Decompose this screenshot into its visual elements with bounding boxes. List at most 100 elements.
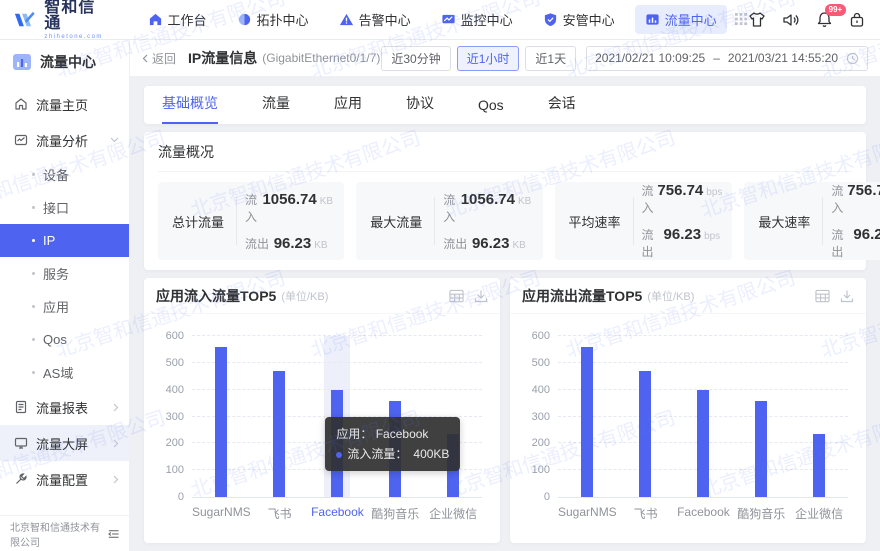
bar-SugarNMS[interactable] (215, 346, 227, 497)
lock-screen-icon[interactable] (849, 11, 865, 28)
tab-traffic[interactable]: 流量 (262, 93, 290, 124)
sidebar-subitem-qos[interactable]: Qos (0, 323, 129, 356)
theme-skin-icon[interactable] (748, 11, 766, 28)
page-subtitle: (GigabitEthernet0/1/7) (262, 51, 381, 65)
collapse-sidebar-icon[interactable] (107, 528, 119, 540)
brand-logo[interactable]: 智和信通 zhihetone.com (14, 0, 106, 40)
apps-grid-icon[interactable] (734, 13, 748, 26)
table-view-icon[interactable] (815, 289, 830, 303)
stat-unit: KB (512, 239, 526, 251)
nav-label: 流量中心 (664, 13, 717, 28)
subitem-label: AS域 (43, 366, 74, 381)
category-label[interactable]: 企业微信 (790, 505, 848, 522)
top-navbar: 智和信通 zhihetone.com 工作台 拓扑中心 告警中心 监控中心 安管… (0, 0, 880, 40)
stat-card-max-rate: 最大速率 流入756.74bps 流出96.23bps (744, 182, 880, 260)
stat-key: 流入 (245, 192, 258, 224)
stat-value: 96.23 (471, 234, 510, 252)
download-icon[interactable] (840, 289, 854, 303)
tab-bar: 基础概览 流量 应用 协议 Qos 会话 (144, 86, 866, 124)
chevron-right-icon (113, 439, 119, 447)
bar-SugarNMS[interactable] (581, 346, 593, 497)
nav-item-security[interactable]: 安管中心 (533, 5, 625, 34)
bar-飞书[interactable] (639, 371, 651, 497)
outbound-chart-categories: SugarNMS 飞书 Facebook 酷狗音乐 企业微信 (558, 505, 848, 522)
page-header: 返回 IP流量信息 (GigabitEthernet0/1/7) 近30分钟 近… (130, 40, 880, 76)
y-axis-label: 200 (165, 437, 184, 450)
page-title: IP流量信息 (188, 50, 258, 66)
date-range-picker[interactable]: 2021/02/21 10:09:25 – 2021/03/21 14:55:2… (586, 45, 868, 71)
time-range-1day-button[interactable]: 近1天 (525, 45, 577, 71)
chart-title: 应用流出流量TOP5 (522, 287, 643, 304)
nav-item-traffic[interactable]: 流量中心 (634, 5, 727, 34)
report-icon (15, 400, 27, 414)
logo-subtitle: zhihetone.com (44, 33, 103, 40)
shield-icon (543, 12, 558, 27)
sidebar-subitem-service[interactable]: 服务 (0, 257, 129, 290)
nav-item-monitor[interactable]: 监控中心 (431, 5, 523, 34)
sidebar-subitem-interface[interactable]: 接口 (0, 191, 129, 224)
sidebar-item-traffic-config[interactable]: 流量配置 (0, 461, 129, 497)
overview-title: 流量概况 (158, 142, 852, 172)
tab-protocol[interactable]: 协议 (406, 93, 434, 124)
back-button[interactable]: 返回 (142, 50, 176, 67)
tab-application[interactable]: 应用 (334, 93, 362, 124)
subitem-label: 应用 (43, 300, 70, 315)
outbound-chart-plot: 0 100 200 300 400 500 600 (532, 330, 848, 503)
tooltip-series: 应用： Facebook (336, 426, 429, 441)
category-label[interactable]: SugarNMS (558, 505, 617, 522)
y-axis-label: 300 (531, 410, 550, 423)
sidebar-item-traffic-report[interactable]: 流量报表 (0, 389, 129, 425)
stat-label: 最大流量 (370, 214, 423, 230)
sidebar-item-label: 流量配置 (36, 472, 89, 488)
download-icon[interactable] (474, 289, 488, 303)
gridline (192, 335, 482, 336)
bar-Facebook[interactable] (697, 389, 709, 497)
stat-value: 756.74 (657, 182, 704, 199)
y-axis-label: 500 (165, 356, 184, 369)
stat-key: 流出 (245, 236, 270, 251)
traffic-overview-panel: 流量概况 总计流量 流入1056.74KB 流出96.23KB 最大流量 (144, 132, 880, 270)
y-axis-label: 200 (531, 437, 550, 450)
sidebar-item-traffic-analysis[interactable]: 流量分析 (0, 122, 129, 158)
sidebar-item-traffic-home[interactable]: 流量主页 (0, 86, 129, 122)
category-label[interactable]: 飞书 (251, 505, 309, 522)
table-view-icon[interactable] (449, 289, 464, 303)
nav-item-workbench[interactable]: 工作台 (138, 5, 217, 34)
tab-qos[interactable]: Qos (478, 97, 504, 124)
bar-飞书[interactable] (273, 371, 285, 497)
traffic-icon (645, 12, 660, 27)
time-range-1hour-button[interactable]: 近1小时 (456, 45, 520, 71)
sidebar-subitem-device[interactable]: 设备 (0, 158, 129, 191)
bar-企业微信[interactable] (813, 434, 825, 497)
category-label[interactable]: SugarNMS (192, 505, 251, 522)
sidebar-subitem-as[interactable]: AS域 (0, 356, 129, 389)
category-label[interactable]: Facebook (675, 505, 733, 522)
bar-酷狗音乐[interactable] (755, 401, 767, 497)
category-label[interactable]: 飞书 (617, 505, 675, 522)
sidebar-item-traffic-bigscreen[interactable]: 流量大屏 (0, 425, 129, 461)
category-label[interactable]: 企业微信 (424, 505, 482, 522)
stat-cards: 总计流量 流入 1056.74 KB 流出 96.23 KB 最大流量 流入 105 (158, 182, 880, 260)
nav-item-topology[interactable]: 拓扑中心 (227, 5, 319, 34)
date-start: 2021/02/21 10:09:25 (595, 51, 706, 65)
nav-item-alarm[interactable]: 告警中心 (329, 5, 421, 34)
tab-session[interactable]: 会话 (548, 93, 576, 124)
logo-icon (14, 11, 35, 26)
stat-label: 最大速率 (758, 214, 811, 230)
category-label[interactable]: 酷狗音乐 (732, 505, 790, 522)
category-label[interactable]: 酷狗音乐 (366, 505, 424, 522)
alarm-icon (339, 12, 354, 27)
announcement-speaker-icon[interactable] (782, 12, 800, 28)
sidebar-subitem-application[interactable]: 应用 (0, 290, 129, 323)
stat-value: 756.74 (847, 182, 880, 199)
time-range-30min-button[interactable]: 近30分钟 (381, 45, 451, 71)
inbound-chart-categories: SugarNMS 飞书 Facebook 酷狗音乐 企业微信 (192, 505, 482, 522)
notifications-bell-icon[interactable]: 99+ (816, 4, 847, 28)
category-label[interactable]: Facebook (309, 505, 367, 522)
tab-basic-overview[interactable]: 基础概览 (162, 93, 218, 124)
stat-unit: bps (704, 231, 721, 242)
stat-unit: KB (314, 239, 328, 251)
sidebar-subitem-ip[interactable]: IP (0, 224, 129, 257)
stat-key: 流入 (831, 184, 844, 215)
main-content: 返回 IP流量信息 (GigabitEthernet0/1/7) 近30分钟 近… (130, 40, 880, 551)
